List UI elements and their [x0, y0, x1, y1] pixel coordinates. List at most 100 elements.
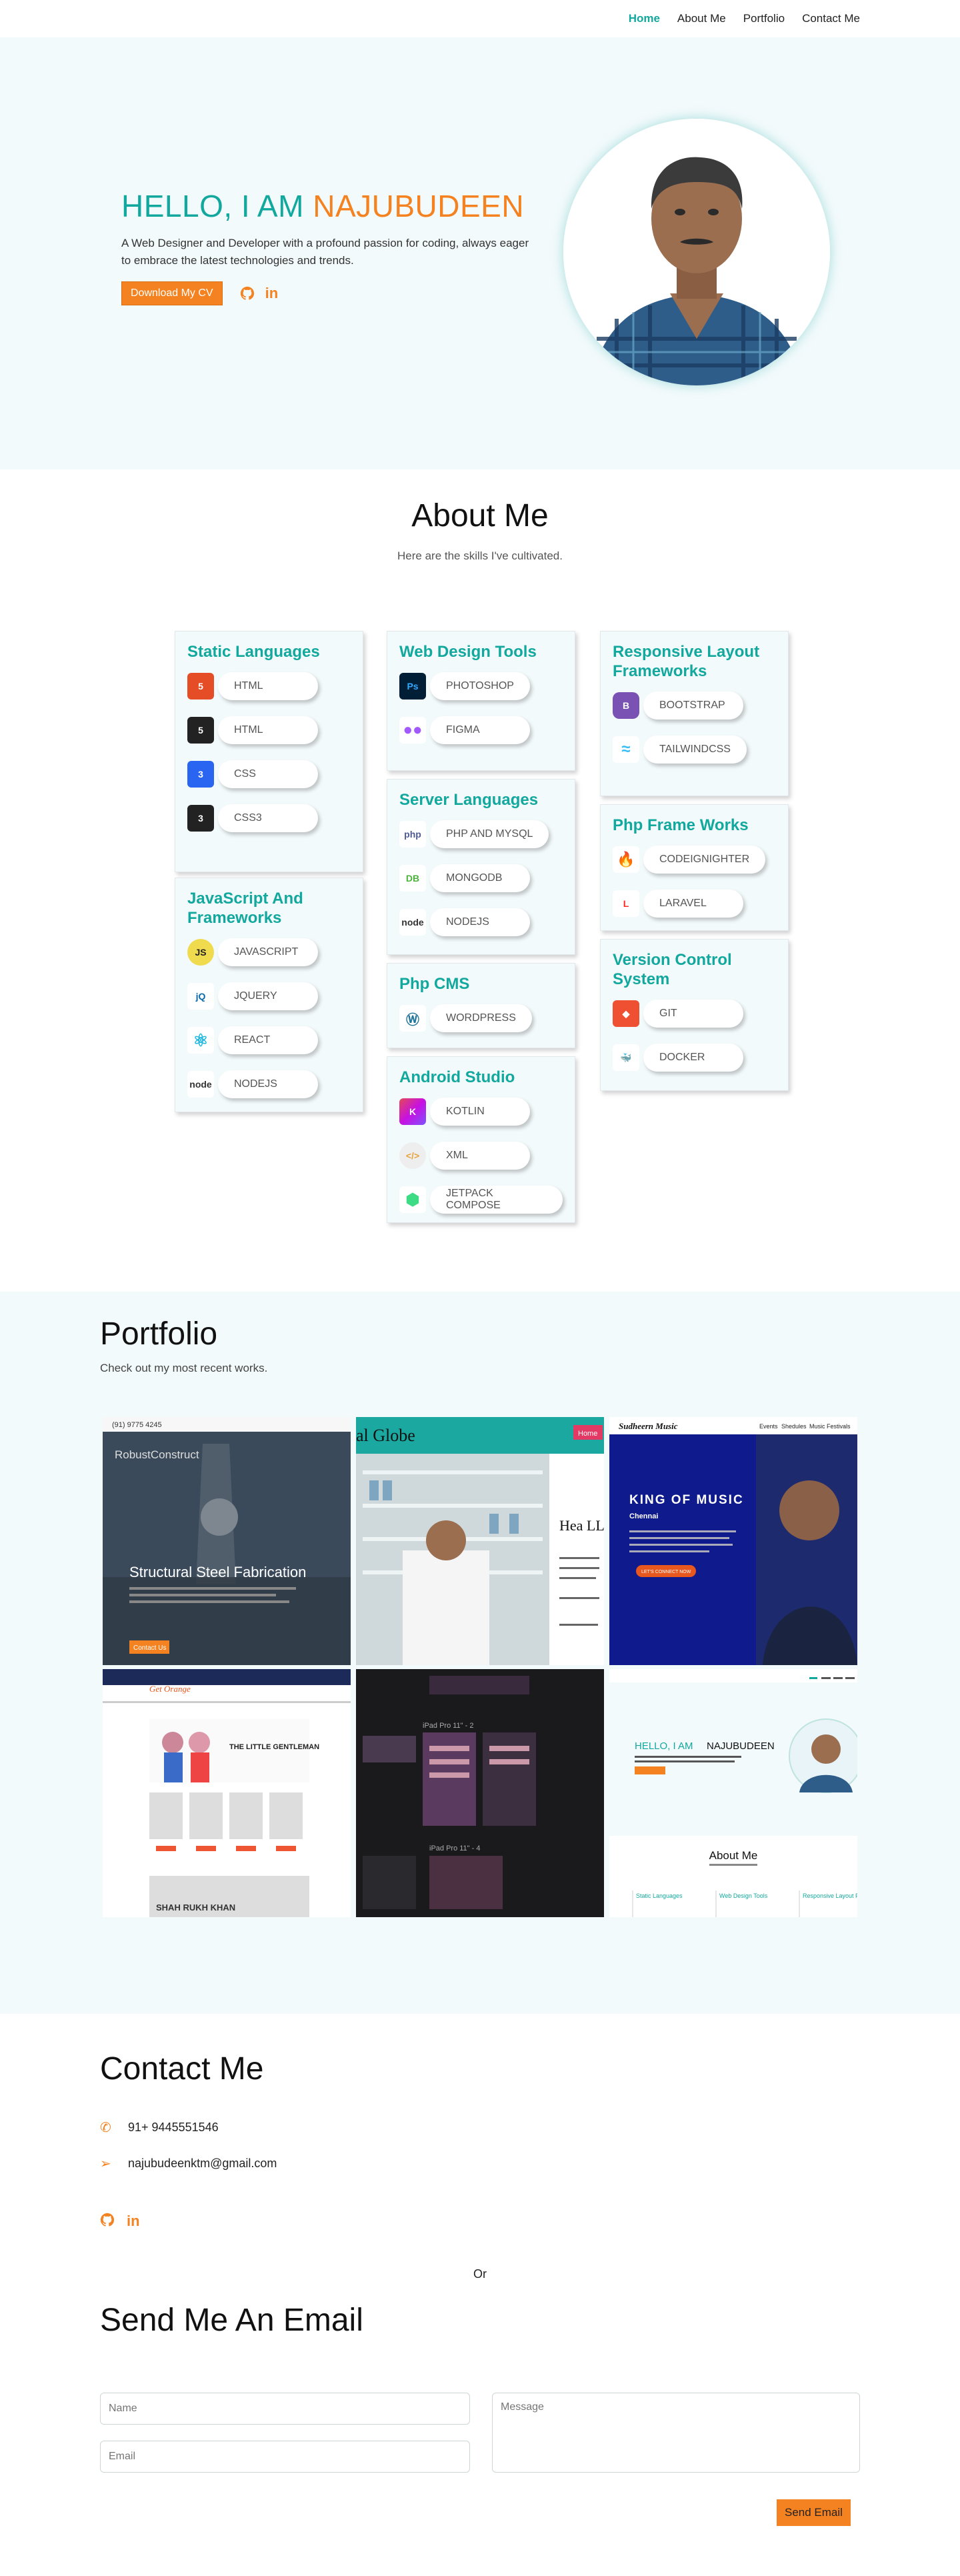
- skill-label: LARAVEL: [643, 890, 743, 918]
- tile-heading: Structural Steel Fabrication: [129, 1564, 306, 1580]
- jquery-icon: jQ: [187, 983, 214, 1010]
- skill-item: Ⓦ WORDPRESS: [399, 1003, 563, 1034]
- wordpress-icon: Ⓦ: [399, 1005, 426, 1032]
- html5-icon: 5: [187, 673, 214, 700]
- skill-item: 3 CSS3: [187, 803, 351, 834]
- tile-brand: RobustConstruct: [115, 1448, 199, 1461]
- skill-item: L LARAVEL: [613, 888, 776, 919]
- tile-col: Web Design Tools: [719, 1892, 768, 1899]
- skill-label: BOOTSTRAP: [643, 692, 743, 720]
- contact-social: in: [100, 2213, 140, 2230]
- jetpack-compose-icon: ⬢: [399, 1186, 426, 1213]
- nodejs-icon: node: [187, 1071, 214, 1098]
- card-static-languages: Static Languages 5 HTML 5 HTML 3 CSS 3 CSS3: [175, 631, 363, 872]
- skill-label: HTML: [218, 672, 318, 700]
- tile-menu: Music Festivals: [809, 1423, 851, 1430]
- tile-button: Home: [578, 1430, 597, 1438]
- mongodb-icon: DB: [399, 865, 426, 892]
- nav-portfolio[interactable]: Portfolio: [743, 12, 785, 25]
- skill-item: ◆ GIT: [613, 998, 776, 1029]
- tile-menu: Events: [759, 1423, 778, 1430]
- css3-icon: 3: [187, 805, 214, 832]
- card-title: Php Frame Works: [613, 816, 749, 834]
- portfolio-tile-app-mockups[interactable]: iPad Pro 11" - 2 iPad Pro 11" - 4: [356, 1669, 604, 1917]
- nav-contact[interactable]: Contact Me: [802, 12, 860, 25]
- portfolio-tile-music[interactable]: Sudheern Music Events Shedules Music Fes…: [609, 1417, 857, 1665]
- tile-button: Contact Us: [133, 1644, 166, 1652]
- skill-label: HTML: [218, 716, 318, 744]
- card-php-cms: Php CMS Ⓦ WORDPRESS: [387, 963, 575, 1048]
- nodejs-icon: node: [399, 909, 426, 936]
- profile-avatar: [563, 119, 830, 385]
- skill-label: XML: [430, 1142, 530, 1170]
- skill-item: 3 CSS: [187, 759, 351, 790]
- skill-label: JAVASCRIPT: [218, 938, 318, 966]
- card-title: Responsive Layout Frameworks: [613, 643, 760, 680]
- contact-email[interactable]: najubudeenktm@gmail.com: [128, 2157, 277, 2171]
- tailwind-icon: ≈: [613, 736, 639, 763]
- skill-item: B BOOTSTRAP: [613, 690, 776, 721]
- skill-label: CSS3: [218, 804, 318, 832]
- message-field[interactable]: [492, 2393, 860, 2473]
- about-section: About Me Here are the skills I've cultiv…: [0, 469, 960, 1292]
- send-email-title: Send Me An Email: [100, 2303, 363, 2338]
- tile-phone: (91) 9775 4245: [112, 1421, 162, 1429]
- codeigniter-icon: 🔥: [613, 846, 639, 873]
- tile-menu: Shedules: [781, 1423, 807, 1430]
- top-nav: Home About Me Portfolio Contact Me: [0, 0, 960, 37]
- email-field[interactable]: [100, 2441, 470, 2473]
- photoshop-icon: Ps: [399, 673, 426, 700]
- git-icon: ◆: [613, 1000, 639, 1027]
- skill-label: MONGODB: [430, 864, 530, 892]
- docker-icon: 🐳: [613, 1044, 639, 1071]
- tile-label: iPad Pro 11" - 4: [429, 1844, 480, 1852]
- linkedin-icon[interactable]: in: [127, 2213, 140, 2230]
- card-android-studio: Android Studio K KOTLIN </> XML ⬢ JETPACK C…: [387, 1056, 575, 1223]
- github-icon[interactable]: [240, 286, 255, 301]
- hero-greeting: HELLO, I AM: [121, 189, 313, 223]
- portfolio-tile-personal[interactable]: HELLO, I AM NAJUBUDEEN About Me Static L…: [609, 1669, 857, 1917]
- nav-home[interactable]: Home: [629, 12, 660, 25]
- tile-col: Static Languages: [636, 1892, 683, 1899]
- javascript-icon: JS: [187, 939, 214, 966]
- send-icon: ➢: [100, 2157, 111, 2171]
- tile-brand: Sudheern Music: [619, 1421, 678, 1431]
- download-cv-button[interactable]: Download My CV: [121, 281, 223, 305]
- skill-item: 🐳 DOCKER: [613, 1042, 776, 1073]
- skill-item: ⬢ JETPACK COMPOSE: [399, 1184, 563, 1215]
- skill-label: FIGMA: [430, 716, 530, 744]
- react-icon: ⚛: [187, 1027, 214, 1054]
- card-title: Android Studio: [399, 1068, 515, 1086]
- hero-description: A Web Designer and Developer with a prof…: [121, 237, 529, 267]
- skill-item: </> XML: [399, 1140, 563, 1171]
- card-version-control: Version Control System ◆ GIT 🐳 DOCKER: [600, 939, 789, 1091]
- skill-item: 5 HTML: [187, 671, 351, 702]
- github-icon[interactable]: [100, 2213, 115, 2227]
- tile-brand: al Globe: [356, 1426, 415, 1445]
- portfolio-tile-construction[interactable]: (91) 9775 4245 RobustConstruct Structura…: [103, 1417, 351, 1665]
- portfolio-tile-pharmacy[interactable]: al Globe Home Hea LLP: [356, 1417, 604, 1665]
- nav-about[interactable]: About Me: [677, 12, 726, 25]
- phone-icon: ✆: [100, 2121, 111, 2135]
- skill-item: node NODEJS: [399, 907, 563, 938]
- skill-label: CSS: [218, 760, 318, 788]
- skill-item: ⚛ REACT: [187, 1025, 351, 1056]
- skill-label: JETPACK COMPOSE: [430, 1186, 563, 1214]
- skill-item: DB MONGODB: [399, 863, 563, 894]
- skill-item: K KOTLIN: [399, 1096, 563, 1127]
- linkedin-icon[interactable]: in: [265, 285, 279, 302]
- card-title: Web Design Tools: [399, 643, 537, 661]
- tile-greeting: HELLO, I AM: [635, 1740, 693, 1752]
- contact-phone[interactable]: 91+ 9445551546: [128, 2121, 219, 2135]
- send-email-button[interactable]: Send Email: [777, 2499, 851, 2526]
- skill-item: 5 HTML: [187, 715, 351, 746]
- name-field[interactable]: [100, 2393, 470, 2425]
- tile-label: iPad Pro 11" - 2: [423, 1722, 473, 1730]
- skill-item: 🔥 CODEIGNIGHTER: [613, 844, 776, 875]
- contact-email-row: ➢ najubudeenktm@gmail.com: [100, 2155, 277, 2172]
- tile-subheading: SHAH RUKH KHAN: [156, 1902, 235, 1912]
- tile-heading: KING OF MUSIC: [629, 1493, 744, 1507]
- card-server-languages: Server Languages php PHP AND MYSQL DB MONG…: [387, 779, 575, 955]
- portfolio-tile-fashion[interactable]: Get Orange THE LITTLE GENTLEMAN SHAH RUK…: [103, 1669, 351, 1917]
- tile-button: LET'S CONNECT NOW: [641, 1570, 691, 1574]
